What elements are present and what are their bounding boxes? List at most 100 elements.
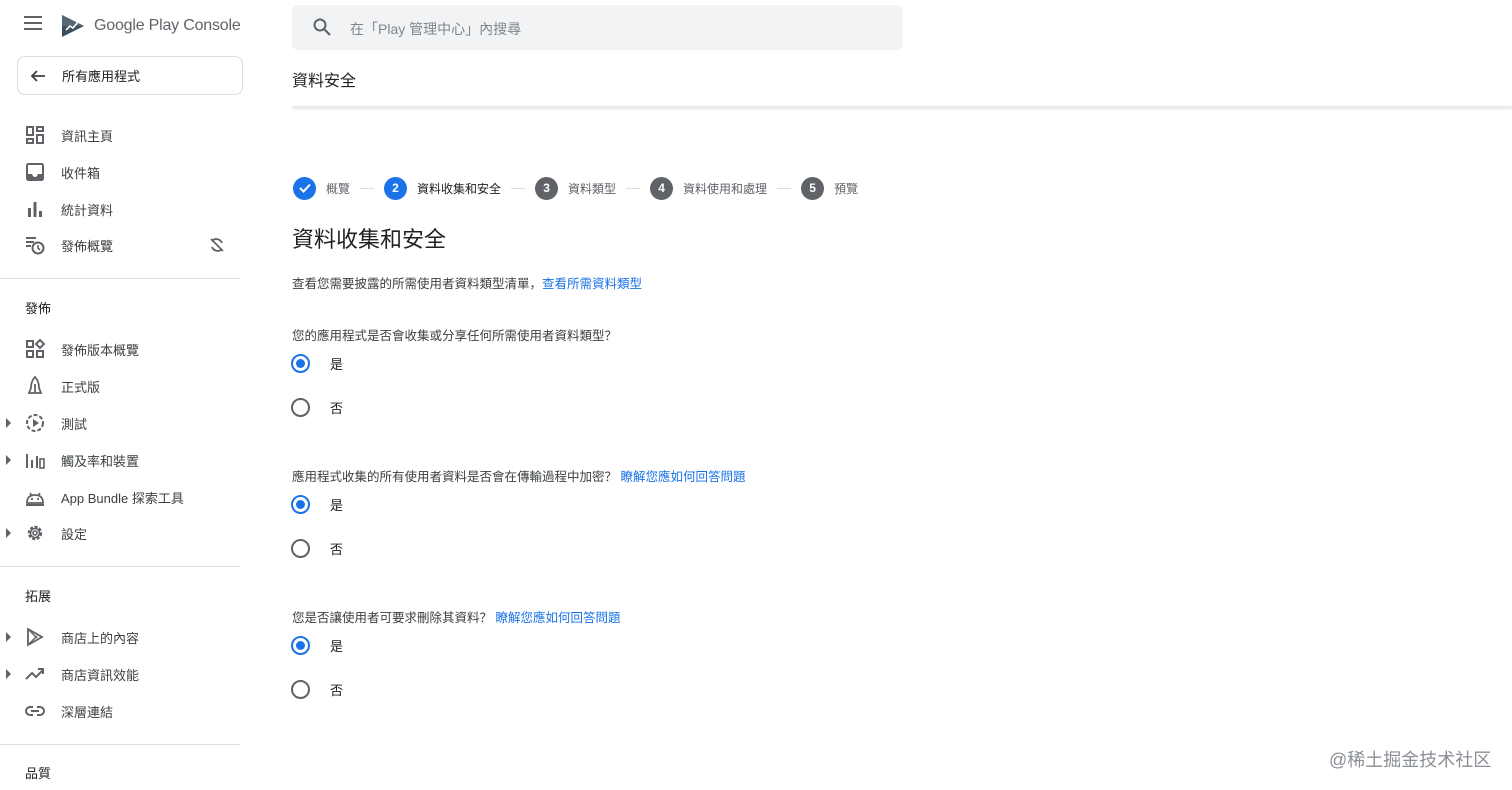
sidebar-item-store-performance[interactable]: 商店資訊效能 xyxy=(0,657,240,691)
step-connector xyxy=(511,187,526,189)
section-title-grow: 拓展 xyxy=(25,589,52,604)
question-deletion: 您是否讓使用者可要求刪除其資料？ 瞭解您應如何回答問題 xyxy=(292,607,621,626)
question-text: 應用程式收集的所有使用者資料是否會在傳輸過程中加密？ xyxy=(292,470,618,484)
radio-label: 否 xyxy=(330,542,344,557)
radio-q2-yes[interactable]: 是 xyxy=(291,495,343,514)
play-store-icon xyxy=(27,627,44,647)
step-number: 5 xyxy=(801,176,825,200)
title-divider xyxy=(292,106,1512,108)
step-overview[interactable]: 概覽 xyxy=(293,176,351,200)
radio-button-checked[interactable] xyxy=(291,636,310,655)
sidebar-item-settings[interactable]: 設定 xyxy=(0,516,240,550)
sidebar-divider xyxy=(0,566,240,567)
page-title: 資料安全 xyxy=(292,73,357,90)
section-title-quality: 品質 xyxy=(25,766,52,781)
sidebar-item-releases-overview[interactable]: 發佈版本概覽 xyxy=(0,332,240,366)
sidebar-item-statistics[interactable]: 統計資料 xyxy=(0,192,240,226)
sidebar-divider xyxy=(0,744,240,745)
radio-label: 是 xyxy=(330,639,344,654)
sidebar-item-app-bundle-explorer[interactable]: App Bundle 探索工具 xyxy=(0,480,240,514)
sidebar-item-production[interactable]: 正式版 xyxy=(0,369,240,403)
sidebar-item-label: 商店資訊效能 xyxy=(61,667,140,683)
step-preview[interactable]: 5 預覽 xyxy=(801,176,859,200)
step-data-types[interactable]: 3 資料類型 xyxy=(535,176,617,200)
radio-button[interactable] xyxy=(291,680,310,699)
radio-q3-no[interactable]: 否 xyxy=(291,680,343,699)
publishing-overview-icon xyxy=(26,237,45,255)
reach-devices-icon xyxy=(26,454,45,469)
step-data-collection[interactable]: 2 資料收集和安全 xyxy=(384,176,502,200)
arrow-back-icon xyxy=(30,69,45,82)
radio-label: 是 xyxy=(330,357,344,372)
sidebar-item-label: 測試 xyxy=(61,416,88,432)
radio-button-checked[interactable] xyxy=(291,354,310,373)
sidebar-item-deep-links[interactable]: 深層連結 xyxy=(0,694,240,728)
expand-caret-icon[interactable] xyxy=(6,528,11,538)
bar-chart-icon xyxy=(28,202,42,217)
step-connector xyxy=(626,187,641,189)
sidebar-item-dashboard[interactable]: 資訊主頁 xyxy=(0,118,240,152)
search-icon xyxy=(313,18,331,36)
sidebar-item-testing[interactable]: 測試 xyxy=(0,406,240,440)
search-input[interactable]: 在「Play 管理中心」內搜尋 xyxy=(350,19,521,39)
sync-disabled-icon[interactable] xyxy=(209,237,225,253)
all-apps-label: 所有應用程式 xyxy=(62,69,141,84)
step-label: 預覽 xyxy=(834,181,859,196)
all-apps-button[interactable]: 所有應用程式 xyxy=(17,56,243,95)
step-label: 資料使用和處理 xyxy=(683,181,768,196)
step-data-usage[interactable]: 4 資料使用和處理 xyxy=(650,176,768,200)
search-bar[interactable]: 在「Play 管理中心」內搜尋 xyxy=(292,5,903,50)
step-number: 2 xyxy=(384,176,408,200)
step-number: 4 xyxy=(650,176,674,200)
intro-text-body: 查看您需要披露的所需使用者資料類型清單， xyxy=(292,277,543,291)
sidebar-item-label: 發佈概覽 xyxy=(61,238,114,254)
learn-how-to-answer-link[interactable]: 瞭解您應如何回答問題 xyxy=(496,611,621,625)
sidebar-item-label: 資訊主頁 xyxy=(61,128,114,144)
sidebar-divider xyxy=(0,278,240,279)
radio-q1-yes[interactable]: 是 xyxy=(291,354,343,373)
radio-label: 否 xyxy=(330,401,344,416)
radio-label: 是 xyxy=(330,498,344,513)
production-icon xyxy=(27,376,43,394)
step-label: 資料收集和安全 xyxy=(417,181,502,196)
sidebar: Google Play Console 所有應用程式 資訊主頁 收件箱 統計資料 xyxy=(0,0,260,790)
expand-caret-icon[interactable] xyxy=(6,669,11,679)
android-icon xyxy=(26,492,44,506)
step-connector xyxy=(360,187,375,189)
expand-caret-icon[interactable] xyxy=(6,455,11,465)
sidebar-item-publishing-overview[interactable]: 發佈概覽 xyxy=(0,228,240,262)
sidebar-item-label: 發佈版本概覽 xyxy=(61,342,140,358)
radio-button-checked[interactable] xyxy=(291,495,310,514)
sidebar-item-label: 設定 xyxy=(61,526,88,542)
sidebar-item-label: 收件箱 xyxy=(61,165,101,181)
section-heading: 資料收集和安全 xyxy=(292,227,447,252)
sidebar-item-label: 商店上的內容 xyxy=(61,630,140,646)
radio-q2-no[interactable]: 否 xyxy=(291,539,343,558)
testing-icon xyxy=(26,414,44,432)
sidebar-item-reach-devices[interactable]: 觸及率和裝置 xyxy=(0,443,240,477)
sidebar-item-label: 正式版 xyxy=(61,379,101,395)
question-text: 您的應用程式是否會收集或分享任何所需使用者資料類型？ xyxy=(292,329,618,343)
section-title-release: 發佈 xyxy=(25,301,52,316)
sidebar-item-inbox[interactable]: 收件箱 xyxy=(0,155,240,189)
play-console-logo-icon xyxy=(62,15,84,37)
play-console-logo[interactable]: Google Play Console xyxy=(60,12,241,40)
radio-button[interactable] xyxy=(291,398,310,417)
expand-caret-icon[interactable] xyxy=(6,418,11,428)
step-number: 3 xyxy=(535,176,559,200)
expand-caret-icon[interactable] xyxy=(6,632,11,642)
sidebar-item-store-presence[interactable]: 商店上的內容 xyxy=(0,620,240,654)
step-label: 概覽 xyxy=(326,181,351,196)
link-icon xyxy=(25,706,45,716)
sidebar-item-label: App Bundle 探索工具 xyxy=(61,490,184,506)
menu-icon[interactable] xyxy=(24,16,46,36)
step-label: 資料類型 xyxy=(568,181,617,196)
radio-q1-no[interactable]: 否 xyxy=(291,398,343,417)
gear-icon xyxy=(27,525,43,541)
inbox-icon xyxy=(26,163,44,181)
view-data-types-link[interactable]: 查看所需資料類型 xyxy=(542,277,642,291)
radio-button[interactable] xyxy=(291,539,310,558)
radio-q3-yes[interactable]: 是 xyxy=(291,636,343,655)
watermark: @稀土掘金技术社区 xyxy=(1329,750,1492,770)
learn-how-to-answer-link[interactable]: 瞭解您應如何回答問題 xyxy=(621,470,746,484)
